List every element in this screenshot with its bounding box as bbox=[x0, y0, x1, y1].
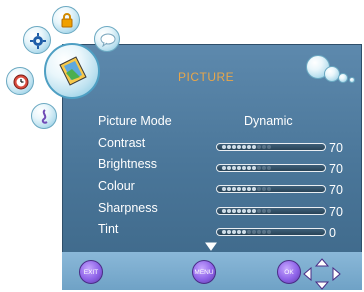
slider-dot bbox=[222, 145, 226, 149]
slider-dot bbox=[262, 230, 266, 234]
page-title: PICTURE bbox=[178, 70, 235, 84]
contrast-label: Contrast bbox=[98, 136, 146, 150]
slider-dot bbox=[252, 230, 256, 234]
slider-dot bbox=[257, 230, 261, 234]
tint-label: Tint bbox=[98, 222, 119, 236]
slider-dot bbox=[257, 145, 261, 149]
dpad-icon[interactable] bbox=[302, 257, 342, 291]
picture-icon bbox=[59, 56, 87, 86]
slider-dot bbox=[237, 166, 241, 170]
slider-dot bbox=[252, 166, 256, 170]
colour-value: 70 bbox=[329, 183, 343, 197]
slider-dot bbox=[247, 187, 251, 191]
slider-dot bbox=[247, 230, 251, 234]
slider-dot bbox=[267, 230, 271, 234]
slider-dot bbox=[247, 166, 251, 170]
colour-slider[interactable] bbox=[216, 185, 326, 193]
sharpness-value: 70 bbox=[329, 205, 343, 219]
brightness-label: Brightness bbox=[98, 157, 158, 171]
slider-dot bbox=[232, 145, 236, 149]
slider-dot bbox=[247, 145, 251, 149]
contrast-slider[interactable] bbox=[216, 143, 326, 151]
slider-dot bbox=[267, 187, 271, 191]
bubble-settings[interactable] bbox=[23, 26, 51, 54]
colour-label: Colour bbox=[98, 179, 135, 193]
menu-button[interactable]: MENU bbox=[192, 260, 216, 284]
clock-icon bbox=[13, 74, 29, 90]
slider-dot bbox=[237, 230, 241, 234]
slider-dot bbox=[252, 145, 256, 149]
gear-icon bbox=[30, 33, 46, 49]
slider-dots bbox=[222, 230, 271, 234]
slider-dots bbox=[222, 145, 271, 149]
slider-dot bbox=[262, 187, 266, 191]
slider-dot bbox=[227, 187, 231, 191]
chat-icon bbox=[100, 33, 116, 47]
slider-dot bbox=[267, 166, 271, 170]
picture-mode-label: Picture Mode bbox=[98, 114, 172, 128]
picture-mode-value[interactable]: Dynamic bbox=[244, 114, 293, 128]
slider-dot bbox=[237, 209, 241, 213]
slider-dot bbox=[242, 209, 246, 213]
slider-dot bbox=[242, 187, 246, 191]
tint-value: 0 bbox=[329, 226, 336, 240]
slider-dot bbox=[257, 209, 261, 213]
slider-dot bbox=[237, 145, 241, 149]
exit-button[interactable]: EXIT bbox=[79, 260, 103, 284]
slider-dot bbox=[242, 145, 246, 149]
slider-dot bbox=[232, 230, 236, 234]
sound-icon bbox=[41, 109, 48, 124]
slider-dot bbox=[257, 187, 261, 191]
slider-dots bbox=[222, 209, 271, 213]
slider-dots bbox=[222, 166, 271, 170]
slider-dot bbox=[252, 209, 256, 213]
slider-dot bbox=[227, 230, 231, 234]
slider-dot bbox=[257, 166, 261, 170]
slider-dot bbox=[222, 209, 226, 213]
slider-dot bbox=[227, 209, 231, 213]
bubble-time[interactable] bbox=[6, 67, 34, 95]
slider-dot bbox=[252, 187, 256, 191]
sharpness-label: Sharpness bbox=[98, 201, 158, 215]
slider-dot bbox=[267, 145, 271, 149]
contrast-value: 70 bbox=[329, 141, 343, 155]
slider-dot bbox=[242, 230, 246, 234]
scroll-down-icon[interactable] bbox=[205, 242, 217, 251]
sharpness-slider[interactable] bbox=[216, 207, 326, 215]
slider-dot bbox=[232, 187, 236, 191]
brightness-slider[interactable] bbox=[216, 164, 326, 172]
bubbles-icon bbox=[304, 53, 360, 89]
lock-icon bbox=[61, 13, 73, 28]
slider-dots bbox=[222, 187, 271, 191]
slider-dot bbox=[262, 166, 266, 170]
slider-dot bbox=[227, 145, 231, 149]
slider-dot bbox=[267, 209, 271, 213]
tint-slider[interactable] bbox=[216, 228, 326, 236]
slider-dot bbox=[232, 209, 236, 213]
slider-dot bbox=[247, 209, 251, 213]
slider-dot bbox=[227, 166, 231, 170]
bubble-picture[interactable] bbox=[44, 43, 100, 99]
slider-dot bbox=[242, 166, 246, 170]
slider-dot bbox=[222, 230, 226, 234]
slider-dot bbox=[237, 187, 241, 191]
brightness-value: 70 bbox=[329, 162, 343, 176]
slider-dot bbox=[262, 209, 266, 213]
slider-dot bbox=[222, 187, 226, 191]
bubble-chat[interactable] bbox=[94, 26, 120, 52]
bubble-lock[interactable] bbox=[52, 6, 80, 34]
slider-dot bbox=[222, 166, 226, 170]
slider-dot bbox=[232, 166, 236, 170]
ok-button[interactable]: OK bbox=[277, 260, 301, 284]
slider-dot bbox=[262, 145, 266, 149]
bubble-sound[interactable] bbox=[31, 103, 57, 129]
